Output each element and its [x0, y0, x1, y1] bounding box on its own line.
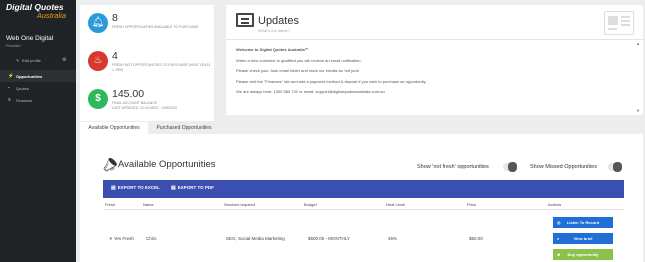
stat-card-not-fresh: ♨ 4 FRESH NOT OPPORTUNITIES TO PURCHASE …: [80, 43, 214, 83]
sidebar-item-label: Quotes: [16, 85, 29, 91]
listen-label: Listen To Record: [566, 220, 600, 225]
stat-value: 4: [112, 50, 118, 62]
cell-name: Chris: [146, 236, 157, 241]
bell-icon: 🔔︎: [88, 13, 108, 33]
search-icon: ⌕: [557, 236, 560, 241]
cell-fresh: ❦Yes Fresh: [109, 236, 134, 242]
toggle-not-fresh-label: Show 'not fresh' opportunities: [417, 164, 489, 170]
balance-label: FINAL ACCOUNT BALANCE: [112, 101, 158, 105]
listen-to-record-button[interactable]: ◎ Listen To Record: [553, 217, 613, 228]
updates-line: When a new customer is qualified you wil…: [236, 57, 362, 63]
updates-scrollbar[interactable]: ▲ ▼: [636, 41, 640, 113]
tab-bar: Available Opportunities Purchased Opport…: [80, 122, 643, 135]
export-excel-button[interactable]: ▤ EXPORT TO EXCEL: [111, 185, 160, 191]
updates-title: Updates: [258, 15, 299, 27]
export-pdf-button[interactable]: ▤ EXPORT TO PDF: [171, 185, 214, 191]
brand-line2: Australia: [36, 11, 66, 20]
view-label: View brief: [573, 236, 593, 241]
megaphone-icon: 📣︎: [99, 155, 120, 175]
stat-card-fresh: 🔔︎ 8 FRESH OPPORTUNITIES AVAILABLE TO PU…: [80, 5, 214, 45]
updates-panel: Updates What's the latest? Welcome to Di…: [226, 5, 643, 115]
stat-label: FINAL ACCOUNT BALANCE LAST UPDATED: 21:4…: [112, 101, 212, 110]
scroll-down-icon[interactable]: ▼: [636, 108, 640, 113]
updates-line: Welcome to Digital Quotes Australia™: [236, 47, 309, 52]
cell-services: SEO, Social Media Marketing: [226, 236, 285, 241]
cell-price: $50.00: [469, 236, 483, 241]
col-name: Name: [143, 202, 154, 207]
updates-line: We are always here: 1300 580 732 or emai…: [236, 89, 385, 94]
sidebar-item-finances[interactable]: $ Finances: [0, 94, 76, 106]
col-services: Services required: [224, 202, 256, 207]
briefcase-icon: ▪: [8, 85, 10, 90]
updates-line: Please visit the "Finances" tab and add …: [236, 78, 427, 84]
cell-budget: $500.00 - MONTHLY: [308, 236, 350, 241]
edit-profile-link[interactable]: ✎ Edit profile ⚙: [0, 56, 76, 66]
cell-heat: 45%: [388, 236, 398, 241]
updates-line: Please check your Junk email folder and …: [236, 68, 361, 73]
newspaper-icon: [236, 13, 254, 27]
fresh-value: Yes Fresh: [113, 236, 134, 241]
col-fresh: Fresh: [105, 202, 116, 207]
col-actions: Actions: [548, 202, 562, 207]
stat-label: FRESH OPPORTUNITIES AVAILABLE TO PURCHAS…: [112, 25, 199, 29]
updates-body: Welcome to Digital Quotes Australia™ Whe…: [236, 45, 626, 98]
updates-subtitle: What's the latest?: [258, 28, 290, 33]
divider: [226, 39, 643, 40]
sidebar: Digital Quotes Australia Web One Digital…: [0, 0, 76, 262]
dollar-icon: $: [88, 89, 108, 109]
export-excel-label: EXPORT TO EXCEL: [117, 185, 160, 190]
toggle-missed-label: Show Missed Opportunities: [530, 164, 597, 170]
stat-card-balance: $ 145.00 FINAL ACCOUNT BALANCE LAST UPDA…: [80, 81, 214, 121]
toggle-knob: [508, 162, 517, 172]
edit-profile-label: Edit profile: [22, 58, 41, 63]
lightning-icon: ⚡: [8, 73, 14, 78]
user-role: Provider: [6, 43, 21, 48]
sidebar-item-label: Finances: [16, 97, 33, 103]
excel-icon: ▤: [111, 185, 116, 191]
sidebar-item-opportunities[interactable]: ⚡ Opportunities: [0, 70, 76, 82]
balance-updated: LAST UPDATED: 21:44 AEST - 29/8/2022: [112, 105, 178, 110]
table-header: Fresh Name Services required Budget Heat…: [103, 198, 624, 210]
stat-value: 8: [112, 12, 118, 24]
table-row: ❦Yes Fresh Chris SEO, Social Media Marke…: [103, 211, 624, 262]
buy-opportunity-button[interactable]: ⊕ Buy opportunity: [553, 249, 613, 260]
leaf-icon: ❦: [109, 236, 113, 241]
scroll-up-icon[interactable]: ▲: [636, 41, 640, 46]
headphones-icon: ◎: [557, 220, 561, 225]
sidebar-nav: ⚡ Opportunities ▪ Quotes $ Finances: [0, 70, 76, 106]
news-icon: [604, 11, 634, 35]
view-brief-button[interactable]: ⌕ View brief: [553, 233, 613, 244]
export-pdf-label: EXPORT TO PDF: [177, 185, 214, 190]
user-block: Web One Digital Provider: [0, 34, 76, 49]
buy-label: Buy opportunity: [567, 252, 599, 257]
sidebar-item-label: Opportunities: [16, 73, 43, 79]
export-bar: ▤ EXPORT TO EXCEL ▤ EXPORT TO PDF: [103, 180, 624, 198]
toggle-missed[interactable]: [608, 162, 622, 172]
dollar-icon: $: [8, 97, 11, 102]
pencil-icon: ✎: [16, 58, 20, 63]
user-name: Web One Digital: [6, 35, 54, 42]
panel-title: Available Opportunities: [118, 159, 216, 170]
gear-icon[interactable]: ⚙: [62, 57, 66, 63]
pdf-icon: ▤: [171, 185, 176, 191]
brand-logo[interactable]: Digital Quotes Australia: [6, 3, 72, 25]
toggle-not-fresh[interactable]: [503, 162, 517, 172]
cart-icon: ⊕: [557, 252, 561, 257]
opportunities-panel: 📣︎ Available Opportunities Show 'not fre…: [80, 134, 643, 262]
col-price: Price: [467, 202, 477, 207]
stat-label: FRESH NOT OPPORTUNITIES TO PURCHASE (HEA…: [112, 63, 211, 72]
stat-value: 145.00: [112, 88, 145, 100]
col-heat: Heat Level: [386, 202, 406, 207]
col-budget: Budget: [304, 202, 317, 207]
toggle-knob: [613, 162, 622, 172]
fire-icon: ♨: [88, 51, 108, 71]
sidebar-item-quotes[interactable]: ▪ Quotes: [0, 82, 76, 94]
